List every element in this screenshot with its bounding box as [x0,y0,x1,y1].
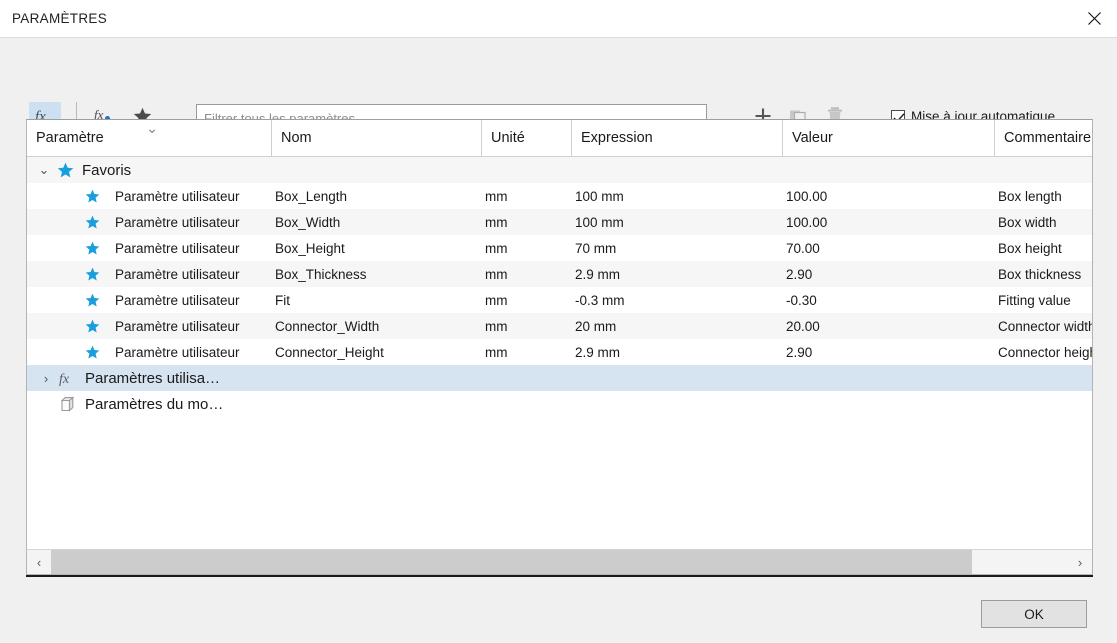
scroll-left-arrow-icon[interactable]: ‹ [27,550,51,574]
cell-parametre: Paramètre utilisateur [115,266,240,282]
group-label: Paramètres utilisa… [85,369,221,387]
table-row[interactable]: Paramètre utilisateur Box_Length mm 100 mm 1… [27,183,1092,209]
cell-expression: 70 mm [575,240,617,256]
close-icon [1087,11,1102,26]
expand-chevron-icon[interactable]: › [37,365,55,391]
cell-expression: 20 mm [575,318,617,334]
cell-nom: Box_Length [275,188,348,204]
column-header-label: Expression [581,130,653,146]
star-icon[interactable] [85,209,100,235]
table-rows-container: Paramètre utilisateur Box_Length mm 100 mm 1… [27,183,1092,365]
horizontal-scrollbar[interactable]: ‹ › [26,549,1093,575]
cell-parametre: Paramètre utilisateur [115,188,240,204]
star-icon [57,157,74,183]
scrollbar-track[interactable] [51,550,1068,574]
table-header-row: Paramètre ⌄ Nom Unité Expression Valeur … [27,120,1092,157]
cell-parametre: Paramètre utilisateur [115,344,240,360]
dialog-title: PARAMÈTRES [12,11,108,26]
column-header-unite[interactable]: Unité [481,120,571,156]
scroll-right-arrow-icon[interactable]: › [1068,550,1092,574]
cell-nom: Fit [275,292,290,308]
column-header-nom[interactable]: Nom [271,120,481,156]
table-row[interactable]: Paramètre utilisateur Connector_Height mm 2… [27,339,1092,365]
table-row[interactable]: Paramètre utilisateur Fit mm -0.3 mm -0.30 Fi… [27,287,1092,313]
column-header-label: Nom [281,130,312,146]
star-icon[interactable] [85,261,100,287]
cell-nom: Box_Thickness [275,266,367,282]
table-group-row-model-parameters[interactable]: Paramètres du mo… [27,391,1092,417]
column-header-commentaire[interactable]: Commentaire [994,120,1092,156]
column-header-label: Paramètre [36,130,104,146]
column-header-expression[interactable]: Expression [571,120,782,156]
cell-unite: mm [485,344,508,360]
cell-expression: 100 mm [575,188,624,204]
column-header-label: Commentaire [1004,130,1092,146]
star-icon[interactable] [85,287,100,313]
cell-expression: 2.9 mm [575,266,621,282]
star-icon[interactable] [85,339,100,365]
column-header-valeur[interactable]: Valeur [782,120,994,156]
scrollbar-thumb[interactable] [51,550,972,574]
cell-unite: mm [485,240,508,256]
cell-valeur: 20.00 [786,318,820,334]
cell-valeur: -0.30 [786,292,817,308]
table-body: ⌄ Favoris Paramètre utilisateur Box_Lengt… [27,157,1092,417]
cell-nom: Connector_Width [275,318,380,334]
group-label: Paramètres du mo… [85,395,224,413]
expand-collapse-chevron-icon[interactable]: ⌄ [35,157,53,183]
svg-text:fx: fx [59,372,70,387]
chevron-down-icon: ⌄ [146,121,159,137]
cell-unite: mm [485,266,508,282]
cell-unite: mm [485,188,508,204]
cube-icon [59,391,79,417]
table-row[interactable]: Paramètre utilisateur Box_Width mm 100 mm 10… [27,209,1092,235]
cell-commentaire: Box height [998,240,1062,256]
cell-expression: -0.3 mm [575,292,625,308]
cell-commentaire: Connector width [998,318,1093,334]
cell-unite: mm [485,292,508,308]
close-button[interactable] [1071,0,1117,37]
column-header-label: Unité [491,130,525,146]
cell-commentaire: Box width [998,214,1057,230]
table-row[interactable]: Paramètre utilisateur Connector_Width mm 20… [27,313,1092,339]
cell-valeur: 2.90 [786,344,813,360]
column-header-label: Valeur [792,130,833,146]
panel-shadow [26,575,1093,577]
table-group-row-user-parameters[interactable]: › fx Paramètres utilisa… [27,365,1092,391]
cell-valeur: 70.00 [786,240,820,256]
cell-expression: 2.9 mm [575,344,621,360]
cell-expression: 100 mm [575,214,624,230]
cell-unite: mm [485,214,508,230]
cell-commentaire: Box length [998,188,1062,204]
fx-icon: fx [59,365,79,391]
cell-parametre: Paramètre utilisateur [115,318,240,334]
table-row[interactable]: Paramètre utilisateur Box_Thickness mm 2.9 … [27,261,1092,287]
cell-commentaire: Fitting value [998,292,1071,308]
cell-nom: Connector_Height [275,344,384,360]
cell-parametre: Paramètre utilisateur [115,240,240,256]
dialog-title-bar: PARAMÈTRES [0,0,1117,38]
cell-unite: mm [485,318,508,334]
cell-nom: Box_Width [275,214,341,230]
toolbar: fx fx Filtrer tous les paramètres Mise à… [0,38,1117,133]
cell-commentaire: Box thickness [998,266,1082,282]
parameters-table: Paramètre ⌄ Nom Unité Expression Valeur … [26,119,1093,575]
cell-nom: Box_Height [275,240,345,256]
column-header-parametre[interactable]: Paramètre ⌄ [27,120,271,156]
cell-valeur: 100.00 [786,188,828,204]
cell-commentaire: Connector height [998,344,1093,360]
table-row[interactable]: Paramètre utilisateur Box_Height mm 70 mm 70… [27,235,1092,261]
ok-button[interactable]: OK [981,600,1087,628]
cell-parametre: Paramètre utilisateur [115,214,240,230]
star-icon[interactable] [85,313,100,339]
group-label: Favoris [82,161,132,179]
star-icon[interactable] [85,183,100,209]
cell-valeur: 100.00 [786,214,828,230]
cell-parametre: Paramètre utilisateur [115,292,240,308]
star-icon[interactable] [85,235,100,261]
cell-valeur: 2.90 [786,266,813,282]
table-group-row-favoris[interactable]: ⌄ Favoris [27,157,1092,183]
